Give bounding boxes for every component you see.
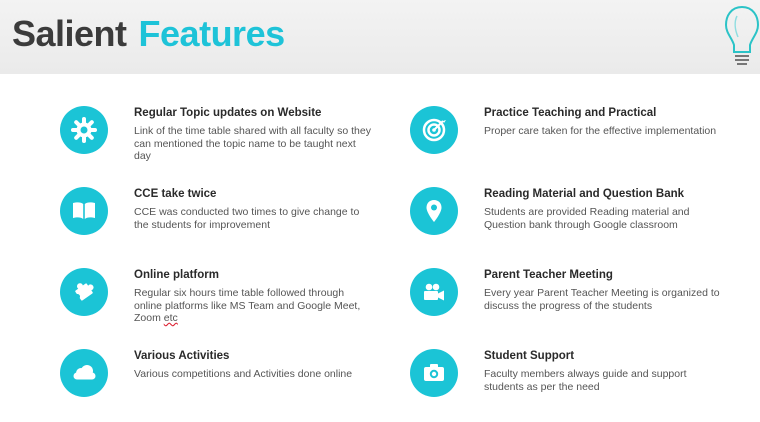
page-title: Salient Features xyxy=(12,12,285,56)
feature-description: Regular six hours time table followed th… xyxy=(134,287,374,325)
title-word-features: Features xyxy=(138,13,286,54)
feature-title: CCE take twice xyxy=(134,188,217,200)
feature-title: Online platform xyxy=(134,269,219,281)
feature-description: Proper care taken for the effective impl… xyxy=(484,125,717,137)
feature-description: Students are provided Reading material a… xyxy=(484,206,690,231)
feature-item: Various Activities Various competitions … xyxy=(60,341,390,422)
target-icon xyxy=(422,118,446,142)
gear-icon xyxy=(71,117,97,143)
title-word-salient: Salient xyxy=(12,13,127,54)
location-pin-icon xyxy=(426,200,442,222)
feature-title: Reading Material and Question Bank xyxy=(484,188,685,200)
feature-icon-badge xyxy=(410,349,458,397)
feature-item: Regular Topic updates on Website Link of… xyxy=(60,98,390,179)
camera-icon xyxy=(424,364,444,381)
feature-icon-badge xyxy=(410,268,458,316)
feature-item: Practice Teaching and Practical Proper c… xyxy=(410,98,740,179)
feature-icon-badge xyxy=(60,187,108,235)
feature-icon-badge xyxy=(60,349,108,397)
lightbulb-logo-icon xyxy=(724,5,760,65)
features-column-left: Regular Topic updates on Website Link of… xyxy=(60,98,390,422)
feature-icon-badge xyxy=(410,106,458,154)
puzzle-icon xyxy=(74,283,94,301)
feature-item: Student Support Faculty members always g… xyxy=(410,341,740,422)
feature-item: Parent Teacher Meeting Every year Parent… xyxy=(410,260,740,341)
header-bar: Salient Features xyxy=(0,0,760,74)
cloud-icon xyxy=(73,365,96,380)
feature-item: Online platform Regular six hours time t… xyxy=(60,260,390,341)
feature-icon-badge xyxy=(410,187,458,235)
feature-item: Reading Material and Question Bank Stude… xyxy=(410,179,740,260)
feature-title: Various Activities xyxy=(134,350,230,362)
features-column-right: Practice Teaching and Practical Proper c… xyxy=(410,98,740,422)
feature-description-tail: etc xyxy=(163,312,178,324)
book-icon xyxy=(73,202,95,219)
feature-icon-badge xyxy=(60,106,108,154)
feature-description: Every year Parent Teacher Meeting is org… xyxy=(484,287,720,312)
feature-description: Link of the time table shared with all f… xyxy=(134,125,371,162)
feature-description: Faculty members always guide and support… xyxy=(484,368,687,393)
feature-icon-badge xyxy=(60,268,108,316)
feature-title: Student Support xyxy=(484,350,575,362)
feature-description: CCE was conducted two times to give chan… xyxy=(134,206,360,231)
feature-description: Various competitions and Activities done… xyxy=(134,368,353,380)
feature-title: Practice Teaching and Practical xyxy=(484,107,657,119)
video-camera-icon xyxy=(424,283,444,301)
feature-title: Regular Topic updates on Website xyxy=(134,107,322,119)
feature-title: Parent Teacher Meeting xyxy=(484,269,613,281)
feature-item: CCE take twice CCE was conducted two tim… xyxy=(60,179,390,260)
